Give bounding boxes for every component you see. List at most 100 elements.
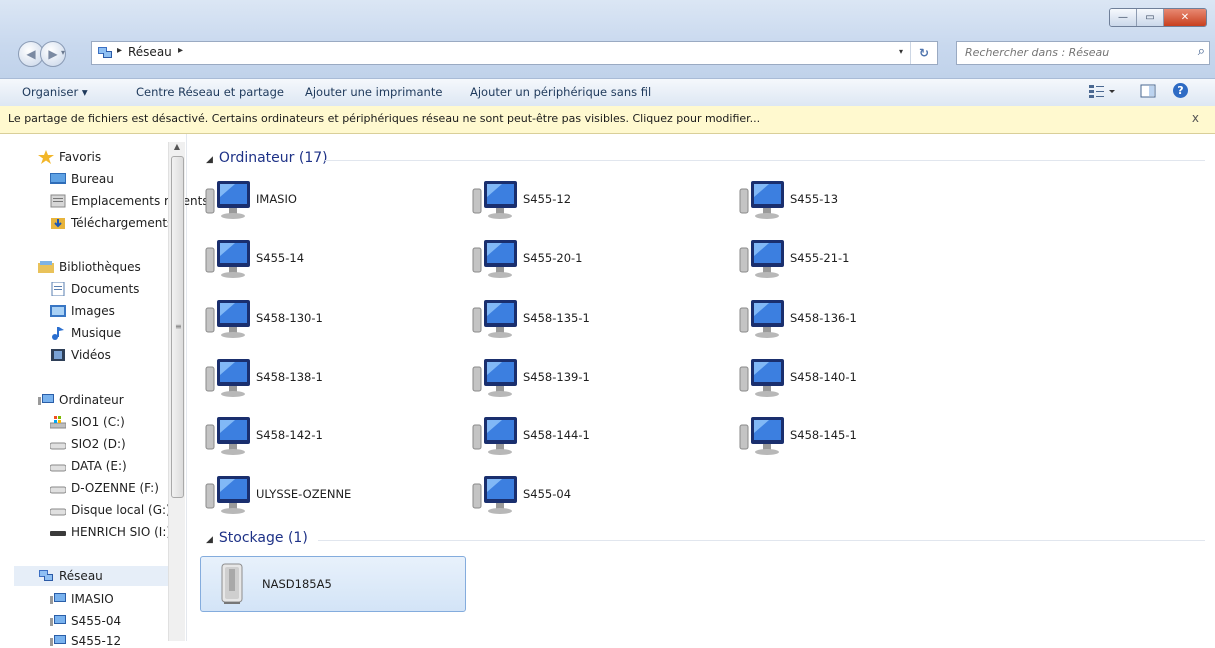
downloads-icon [51,218,65,229]
sidebar-item-drive-g[interactable]: Disque local (G:) [50,503,171,517]
computer-icon [472,300,517,338]
sidebar-computer[interactable]: Ordinateur [38,393,124,407]
computer-name: S455-12 [523,192,572,206]
computer-name: S458-135-1 [523,311,590,325]
help-button[interactable]: ? [1173,83,1188,98]
computer-item[interactable]: S455-21-1 [734,235,994,281]
drive-icon [50,464,66,472]
storage-item[interactable]: NASD185A5 [200,556,466,612]
network-icon [98,47,112,58]
sidebar-item-drive-c[interactable]: SIO1 (C:) [50,415,125,429]
computer-item[interactable]: S455-14 [200,235,460,281]
computer-item[interactable]: IMASIO [200,176,460,222]
infobar-message[interactable]: Le partage de fichiers est désactivé. Ce… [8,112,760,125]
sidebar-favorites[interactable]: Favoris [38,150,101,164]
sidebar-label: S455-04 [71,614,122,628]
computer-item[interactable]: S455-04 [467,471,727,517]
computer-item[interactable]: S458-144-1 [467,412,727,458]
organize-button[interactable]: Organiser ▾ [22,85,88,99]
search-input[interactable] [963,45,1177,60]
sidebar-item-downloads[interactable]: Téléchargements [50,216,173,230]
computer-item[interactable]: S458-140-1 [734,354,994,400]
computer-icon [739,359,784,397]
system-drive-icon [50,416,66,429]
recent-pages-dropdown[interactable]: ▾ [61,48,65,57]
sidebar-label: Favoris [59,150,102,164]
computer-icon [205,300,250,338]
sidebar-item-network-pc[interactable]: IMASIO [50,592,114,606]
sidebar-label: Emplacements récents [71,194,209,208]
computer-item[interactable]: S455-12 [467,176,727,222]
address-bar[interactable]: ▸ Réseau ▸ ▾ ↻ [91,41,938,65]
group-title: Ordinateur (17) [218,150,328,166]
sidebar-label: Ordinateur [59,393,124,407]
maximize-button[interactable]: ▭ [1137,9,1164,26]
scroll-up-icon[interactable]: ▲ [170,142,184,156]
computer-item[interactable]: S458-135-1 [467,295,727,341]
computer-item[interactable]: S458-136-1 [734,295,994,341]
drive-icon [50,442,66,450]
preview-pane-icon[interactable] [1140,83,1156,99]
computer-icon [472,359,517,397]
sidebar-label: Réseau [59,569,103,583]
computer-name: S458-130-1 [256,311,323,325]
computer-item[interactable]: S458-138-1 [200,354,460,400]
view-options-icon[interactable] [1087,83,1117,100]
group-title: Stockage (1) [218,530,308,546]
minimize-button[interactable]: — [1110,9,1137,26]
computer-item[interactable]: S455-20-1 [467,235,727,281]
network-sharing-center-button[interactable]: Centre Réseau et partage [136,85,284,99]
computer-icon [739,240,784,278]
scroll-thumb[interactable]: ≡ [171,156,184,498]
computer-item[interactable]: S455-13 [734,176,994,222]
refresh-button[interactable]: ↻ [910,42,937,64]
computer-item[interactable]: S458-145-1 [734,412,994,458]
sidebar-item-drive-f[interactable]: D-OZENNE (F:) [50,481,159,495]
sidebar-item-network-pc[interactable]: S455-04 [50,614,121,628]
collapse-icon: ◢ [206,535,213,545]
sidebar-label: Bureau [71,172,114,186]
computer-item[interactable]: S458-139-1 [467,354,727,400]
recent-places-icon [50,194,66,208]
computer-icon [739,181,784,219]
computer-icon [50,635,66,646]
close-infobar-icon[interactable]: x [1192,111,1199,125]
group-header-computers[interactable]: ◢ Ordinateur (17) [206,150,328,166]
usb-drive-icon [50,531,66,536]
sidebar-item-documents[interactable]: Documents [50,282,139,296]
computer-icon [205,476,250,514]
group-header-storage[interactable]: ◢ Stockage (1) [206,530,308,546]
search-icon[interactable]: ⌕ [1198,44,1205,59]
file-sharing-infobar[interactable]: Le partage de fichiers est désactivé. Ce… [0,106,1215,134]
sidebar-item-videos[interactable]: Vidéos [50,348,111,362]
sidebar-scrollbar[interactable]: ▲ ≡ [168,142,185,641]
sidebar-item-drive-e[interactable]: DATA (E:) [50,459,127,473]
sidebar-label: Vidéos [71,348,111,362]
breadcrumb-network[interactable]: Réseau [128,45,172,59]
computer-item[interactable]: S458-142-1 [200,412,460,458]
search-box[interactable]: ⌕ [956,41,1210,65]
add-printer-button[interactable]: Ajouter une imprimante [305,85,442,99]
sidebar-item-network-pc[interactable]: S455-12 [50,634,121,648]
sidebar-label: Téléchargements [71,216,174,230]
computer-item[interactable]: ULYSSE-OZENNE [200,471,460,517]
computer-name: S455-14 [256,251,305,265]
add-wireless-device-button[interactable]: Ajouter un périphérique sans fil [470,85,651,99]
close-button[interactable]: ✕ [1164,9,1206,26]
sidebar-item-drive-i[interactable]: HENRICH SIO (I:) [50,525,171,539]
sidebar-label: Documents [71,282,140,296]
computer-item[interactable]: S458-130-1 [200,295,460,341]
documents-icon [51,282,65,296]
sidebar-label: S455-12 [71,634,122,648]
sidebar-label: Bibliothèques [59,260,141,274]
sidebar-item-images[interactable]: Images [50,304,115,318]
computer-name: S458-139-1 [523,370,590,384]
sidebar-item-music[interactable]: Musique [50,326,121,340]
sidebar-libraries[interactable]: Bibliothèques [38,260,141,274]
computer-name: S458-136-1 [790,311,857,325]
sidebar-item-desktop[interactable]: Bureau [50,172,114,186]
sidebar-network[interactable]: Réseau [38,569,103,583]
crumb-separator-icon[interactable]: ▸ [178,45,183,56]
address-dropdown[interactable]: ▾ [899,47,903,56]
sidebar-item-drive-d[interactable]: SIO2 (D:) [50,437,126,451]
